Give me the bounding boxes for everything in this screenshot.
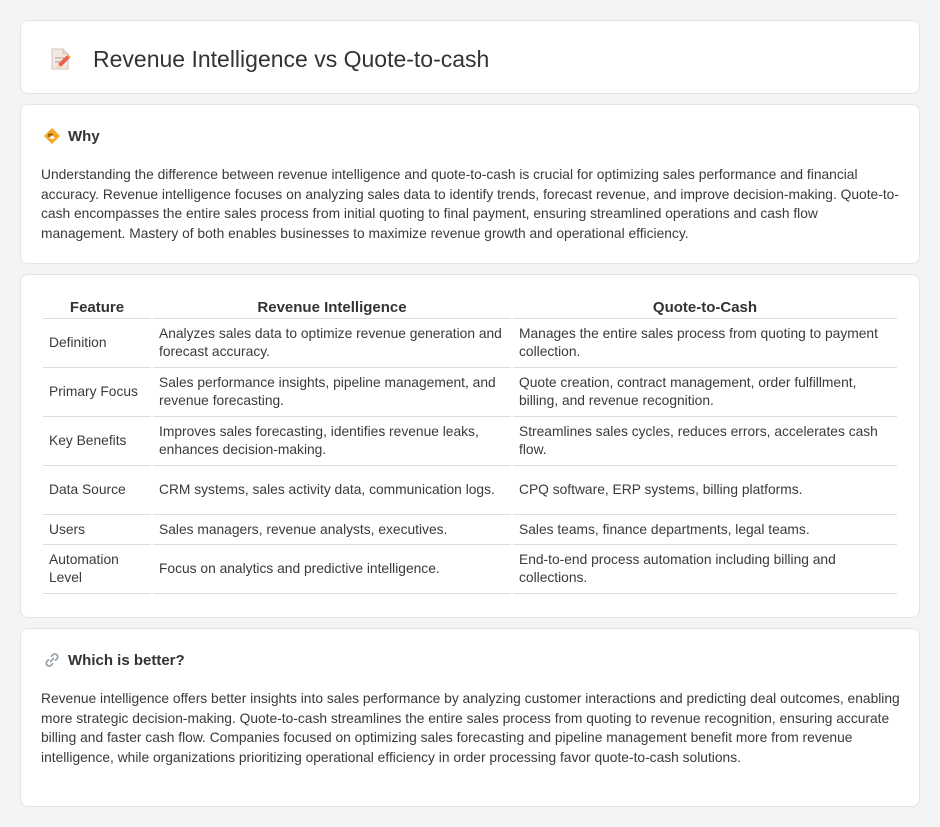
table-row: Automation Level Focus on analytics and …: [43, 545, 897, 594]
row-quote-to-cash: End-to-end process automation including …: [513, 545, 897, 594]
better-text: Revenue intelligence offers better insig…: [41, 691, 900, 765]
comparison-table: Feature Revenue Intelligence Quote-to-Ca…: [41, 297, 899, 594]
row-feature: Primary Focus: [43, 368, 151, 417]
table-row: Users Sales managers, revenue analysts, …: [43, 515, 897, 545]
row-revenue-intelligence: Focus on analytics and predictive intell…: [153, 545, 511, 594]
why-text: Understanding the difference between rev…: [41, 167, 899, 241]
table-row: Definition Analyzes sales data to optimi…: [43, 319, 897, 368]
row-feature: Users: [43, 515, 151, 545]
table-row: Data Source CRM systems, sales activity …: [43, 466, 897, 515]
row-quote-to-cash: Sales teams, finance departments, legal …: [513, 515, 897, 545]
row-quote-to-cash: CPQ software, ERP systems, billing platf…: [513, 466, 897, 515]
header-feature: Feature: [43, 297, 151, 319]
why-heading: Why: [43, 127, 100, 145]
comparison-section: Feature Revenue Intelligence Quote-to-Ca…: [20, 274, 920, 618]
row-quote-to-cash: Manages the entire sales process from qu…: [513, 319, 897, 368]
row-feature: Key Benefits: [43, 417, 151, 466]
row-feature: Automation Level: [43, 545, 151, 594]
table-row: Key Benefits Improves sales forecasting,…: [43, 417, 897, 466]
page-title: Revenue Intelligence vs Quote-to-cash: [93, 45, 490, 72]
header-revenue-intelligence: Revenue Intelligence: [153, 297, 511, 319]
row-feature: Definition: [43, 319, 151, 368]
row-revenue-intelligence: Improves sales forecasting, identifies r…: [153, 417, 511, 466]
row-revenue-intelligence: Sales managers, revenue analysts, execut…: [153, 515, 511, 545]
row-revenue-intelligence: Analyzes sales data to optimize revenue …: [153, 319, 511, 368]
title-card: Revenue Intelligence vs Quote-to-cash: [20, 20, 920, 94]
header-quote-to-cash: Quote-to-Cash: [513, 297, 897, 319]
why-section: Why Understanding the difference between…: [20, 104, 920, 264]
table-row: Primary Focus Sales performance insights…: [43, 368, 897, 417]
row-revenue-intelligence: CRM systems, sales activity data, commun…: [153, 466, 511, 515]
row-feature: Data Source: [43, 466, 151, 515]
row-quote-to-cash: Quote creation, contract management, ord…: [513, 368, 897, 417]
document-pencil-icon: [51, 48, 71, 70]
row-quote-to-cash: Streamlines sales cycles, reduces errors…: [513, 417, 897, 466]
table-header-row: Feature Revenue Intelligence Quote-to-Ca…: [43, 297, 897, 319]
diamond-sign-icon: [44, 128, 60, 144]
title-row: Revenue Intelligence vs Quote-to-cash: [47, 43, 489, 75]
better-heading: Which is better?: [43, 651, 185, 669]
which-is-better-section: Which is better? Revenue intelligence of…: [20, 628, 920, 807]
row-revenue-intelligence: Sales performance insights, pipeline man…: [153, 368, 511, 417]
why-title: Why: [68, 127, 100, 145]
link-icon: [45, 653, 59, 667]
better-title: Which is better?: [68, 651, 185, 669]
